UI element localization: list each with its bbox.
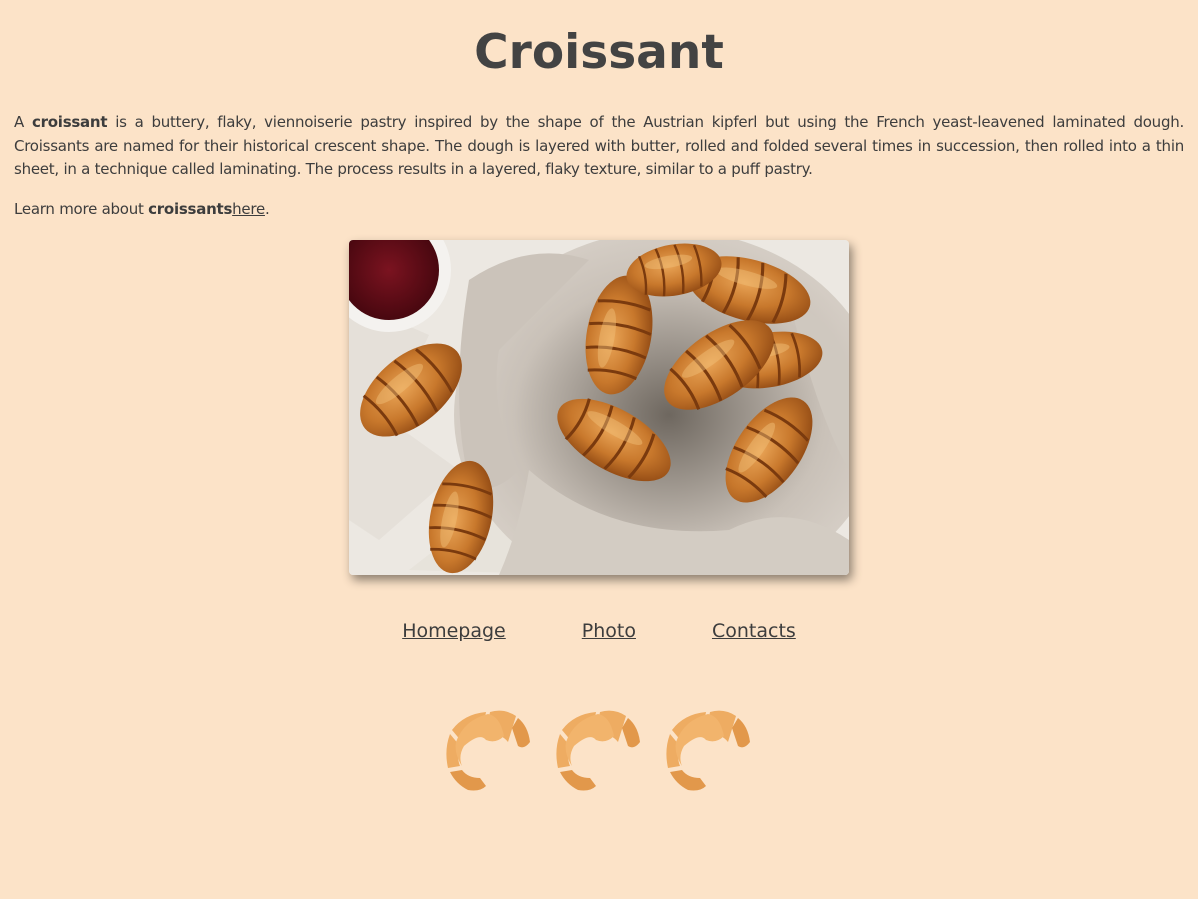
- intro-text-a: A: [14, 113, 32, 131]
- nav-link-contacts[interactable]: Contacts: [712, 618, 796, 644]
- croissants-photo: [349, 240, 849, 575]
- learn-more-link[interactable]: here: [232, 200, 265, 218]
- croissant-icon: [666, 710, 750, 791]
- intro-paragraph: A croissant is a buttery, flaky, viennoi…: [14, 111, 1184, 182]
- nav-link-photo[interactable]: Photo: [582, 618, 636, 644]
- learn-more-line: Learn more about croissantshere.: [14, 199, 1184, 219]
- page-title: Croissant: [474, 25, 724, 80]
- intro-text-b: is a buttery, flaky, viennoiserie pastry…: [14, 113, 1184, 178]
- learn-more-bold-term: croissants: [148, 199, 233, 218]
- nav-link-homepage[interactable]: Homepage: [402, 618, 506, 644]
- croissant-icon: [446, 710, 530, 791]
- croissant-icons-row: [0, 706, 1198, 792]
- main-nav: Homepage Photo Contacts: [0, 618, 1198, 644]
- page: Croissant A croissant is a buttery, flak…: [0, 0, 1198, 899]
- learn-more-suffix: .: [264, 199, 270, 218]
- intro-bold-term: croissant: [31, 113, 108, 131]
- croissant-icon: [556, 710, 640, 791]
- learn-more-prefix: Learn more about: [14, 199, 149, 218]
